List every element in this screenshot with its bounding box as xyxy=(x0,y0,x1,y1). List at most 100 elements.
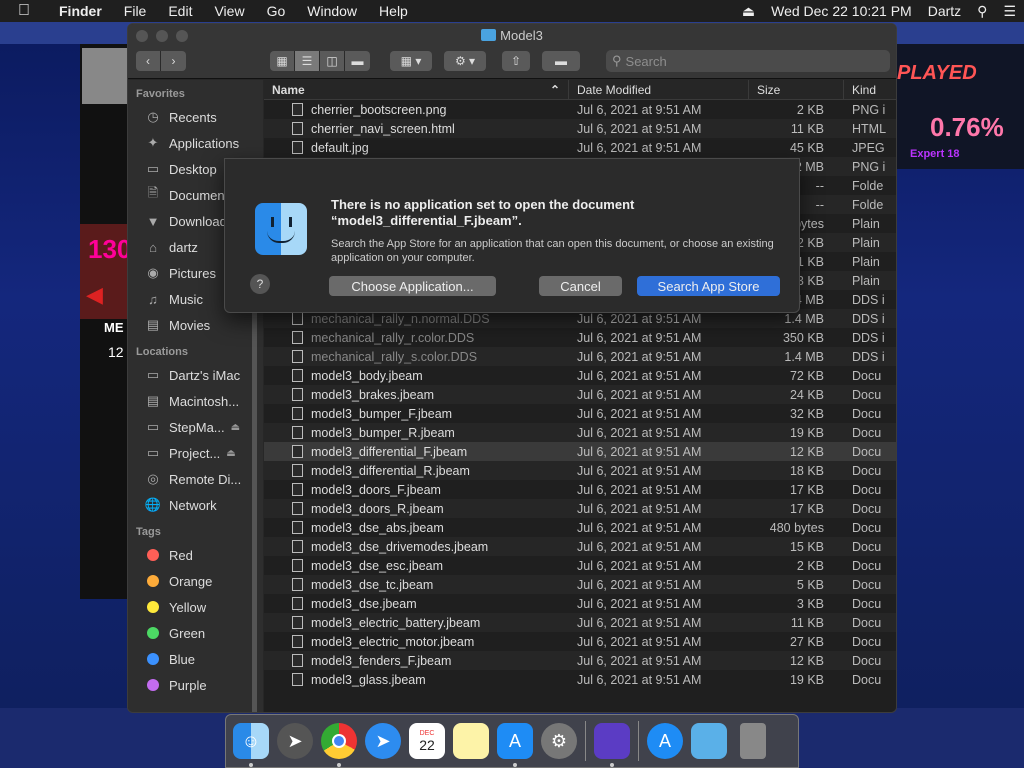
finder-icon[interactable]: ☺ xyxy=(233,723,269,767)
file-date: Jul 6, 2021 at 9:51 AM xyxy=(577,140,702,155)
table-row[interactable]: model3_bumper_R.jbeam Jul 6, 2021 at 9:51… xyxy=(264,423,896,442)
file-date: Jul 6, 2021 at 9:51 AM xyxy=(577,330,702,345)
sidebar-item-label: Desktop xyxy=(169,161,217,177)
file-name: cherrier_navi_screen.html xyxy=(311,121,455,136)
chrome-icon[interactable] xyxy=(321,723,357,767)
eject-icon[interactable]: ⏏ xyxy=(734,3,763,20)
table-row[interactable]: model3_bumper_F.jbeam Jul 6, 2021 at 9:51… xyxy=(264,404,896,423)
running-indicator xyxy=(337,763,341,767)
gallery-view-button[interactable]: ▬ xyxy=(345,51,370,71)
search-app-store-button[interactable]: Search App Store xyxy=(637,276,780,296)
app-store-icon[interactable]: A xyxy=(497,723,533,767)
sidebar-item-stepmania[interactable]: ▭ StepMa... ⏏ xyxy=(128,414,263,440)
launchpad-icon[interactable]: ➤ xyxy=(277,723,313,759)
file-name-cell: model3_doors_F.jbeam xyxy=(264,483,569,497)
sidebar-item-tag-purple[interactable]: Purple xyxy=(128,672,263,698)
table-row[interactable]: model3_dse.jbeam Jul 6, 2021 at 9:51 AM 3 … xyxy=(264,594,896,613)
menu-finder[interactable]: Finder xyxy=(48,3,113,19)
apple-menu-icon[interactable]:  xyxy=(0,2,48,20)
sidebar-item-project[interactable]: ▭ Project... ⏏ xyxy=(128,440,263,466)
system-preferences-icon[interactable]: ⚙ xyxy=(541,723,577,759)
file-name-cell: model3_differential_R.jbeam xyxy=(264,464,569,478)
menu-edit[interactable]: Edit xyxy=(157,3,203,19)
sidebar-item-tag-blue[interactable]: Blue xyxy=(128,646,263,672)
game-icon[interactable] xyxy=(594,723,630,767)
search-input[interactable] xyxy=(625,53,866,69)
table-row[interactable]: cherrier_bootscreen.png Jul 6, 2021 at 9:… xyxy=(264,100,896,119)
table-row[interactable]: model3_differential_R.jbeam Jul 6, 2021 a… xyxy=(264,461,896,480)
column-header-kind[interactable]: Kind xyxy=(844,80,896,100)
notes-icon[interactable] xyxy=(453,723,489,759)
calendar-icon[interactable]: DEC 22 xyxy=(409,723,445,759)
sidebar-item-recents[interactable]: ◷ Recents xyxy=(128,104,263,130)
notification-center-icon[interactable]: ☰ xyxy=(995,3,1024,20)
sidebar-item-imac[interactable]: ▭ Dartz's iMac xyxy=(128,362,263,388)
sidebar-item-applications[interactable]: ✦ Applications xyxy=(128,130,263,156)
group-by-button[interactable]: ▦ ▾ xyxy=(390,51,432,71)
menu-window[interactable]: Window xyxy=(296,3,368,19)
user-name[interactable]: Dartz xyxy=(920,3,969,19)
table-row[interactable]: mechanical_rally_s.color.DDS Jul 6, 2021 … xyxy=(264,347,896,366)
spotlight-icon[interactable]: ⚲ xyxy=(969,3,995,20)
file-name-cell: model3_doors_R.jbeam xyxy=(264,502,569,516)
file-icon xyxy=(292,350,303,363)
table-row[interactable]: model3_electric_motor.jbeam Jul 6, 2021 a… xyxy=(264,632,896,651)
sidebar-item-tag-orange[interactable]: Orange xyxy=(128,568,263,594)
table-row[interactable]: model3_body.jbeam Jul 6, 2021 at 9:51 AM 7… xyxy=(264,366,896,385)
menu-file[interactable]: File xyxy=(113,3,158,19)
table-row[interactable]: model3_brakes.jbeam Jul 6, 2021 at 9:51 A… xyxy=(264,385,896,404)
table-row[interactable]: cherrier_navi_screen.html Jul 6, 2021 at … xyxy=(264,119,896,138)
eject-icon[interactable]: ⏏ xyxy=(231,422,240,433)
downloads-folder-icon[interactable] xyxy=(691,723,727,759)
table-row[interactable]: model3_dse_esc.jbeam Jul 6, 2021 at 9:51 … xyxy=(264,556,896,575)
share-button[interactable]: ⇧ xyxy=(502,51,530,71)
list-view-button[interactable]: ☰ xyxy=(295,51,320,71)
column-header-name[interactable]: Name ⌃ xyxy=(264,80,569,100)
table-row[interactable]: model3_dse_drivemodes.jbeam Jul 6, 2021 a… xyxy=(264,537,896,556)
back-button[interactable]: ‹ xyxy=(136,51,161,71)
menu-help[interactable]: Help xyxy=(368,3,419,19)
file-size: 350 KB xyxy=(782,330,824,345)
forward-button[interactable]: › xyxy=(161,51,186,71)
file-size: 11 KB xyxy=(790,121,824,136)
safari-icon[interactable]: ➤ xyxy=(365,723,401,759)
table-row[interactable]: model3_doors_F.jbeam Jul 6, 2021 at 9:51 … xyxy=(264,480,896,499)
file-date: Jul 6, 2021 at 9:51 AM xyxy=(577,501,702,516)
app-store-folder-icon[interactable]: A xyxy=(647,723,683,759)
file-kind: DDS i xyxy=(852,330,885,345)
column-header-size[interactable]: Size xyxy=(749,80,844,100)
table-row[interactable]: model3_dse_tc.jbeam Jul 6, 2021 at 9:51 A… xyxy=(264,575,896,594)
eject-icon[interactable]: ⏏ xyxy=(226,448,235,459)
table-row[interactable]: model3_fenders_F.jbeam Jul 6, 2021 at 9:5… xyxy=(264,651,896,670)
search-field[interactable]: ⚲ xyxy=(606,50,890,72)
help-button[interactable]: ? xyxy=(250,274,270,294)
sidebar-item-movies[interactable]: ▤ Movies xyxy=(128,312,263,338)
sidebar-item-tag-green[interactable]: Green xyxy=(128,620,263,646)
table-row[interactable]: model3_differential_F.jbeam Jul 6, 2021 a… xyxy=(264,442,896,461)
table-row[interactable]: model3_dse_abs.jbeam Jul 6, 2021 at 9:51 … xyxy=(264,518,896,537)
clock-text[interactable]: Wed Dec 22 10:21 PM xyxy=(763,3,920,19)
icon-view-button[interactable]: ▦ xyxy=(270,51,295,71)
sidebar-item-remote-disc[interactable]: ◎ Remote Di... xyxy=(128,466,263,492)
sidebar-item-network[interactable]: 🌐 Network xyxy=(128,492,263,518)
menu-go[interactable]: Go xyxy=(256,3,297,19)
column-header-date[interactable]: Date Modified xyxy=(569,80,749,100)
choose-application-button[interactable]: Choose Application... xyxy=(329,276,496,296)
trash-icon[interactable] xyxy=(740,723,766,759)
file-date: Jul 6, 2021 at 9:51 AM xyxy=(577,634,702,649)
cancel-button[interactable]: Cancel xyxy=(539,276,622,296)
menu-view[interactable]: View xyxy=(203,3,255,19)
sidebar-item-tag-red[interactable]: Red xyxy=(128,542,263,568)
game-left-panel: 130 ◀ ME 12 xyxy=(80,44,131,599)
table-row[interactable]: model3_electric_battery.jbeam Jul 6, 2021… xyxy=(264,613,896,632)
sidebar-item-label: Orange xyxy=(169,573,213,589)
table-row[interactable]: default.jpg Jul 6, 2021 at 9:51 AM 45 KB JP… xyxy=(264,138,896,157)
action-gear-button[interactable]: ⚙ ▾ xyxy=(444,51,486,71)
sidebar-item-tag-yellow[interactable]: Yellow xyxy=(128,594,263,620)
table-row[interactable]: mechanical_rally_r.color.DDS Jul 6, 2021 … xyxy=(264,328,896,347)
table-row[interactable]: model3_glass.jbeam Jul 6, 2021 at 9:51 AM… xyxy=(264,670,896,689)
column-view-button[interactable]: ◫ xyxy=(320,51,345,71)
table-row[interactable]: model3_doors_R.jbeam Jul 6, 2021 at 9:51 … xyxy=(264,499,896,518)
tag-button[interactable]: ▬ xyxy=(542,51,580,71)
sidebar-item-macintosh-hd[interactable]: ▤ Macintosh... xyxy=(128,388,263,414)
